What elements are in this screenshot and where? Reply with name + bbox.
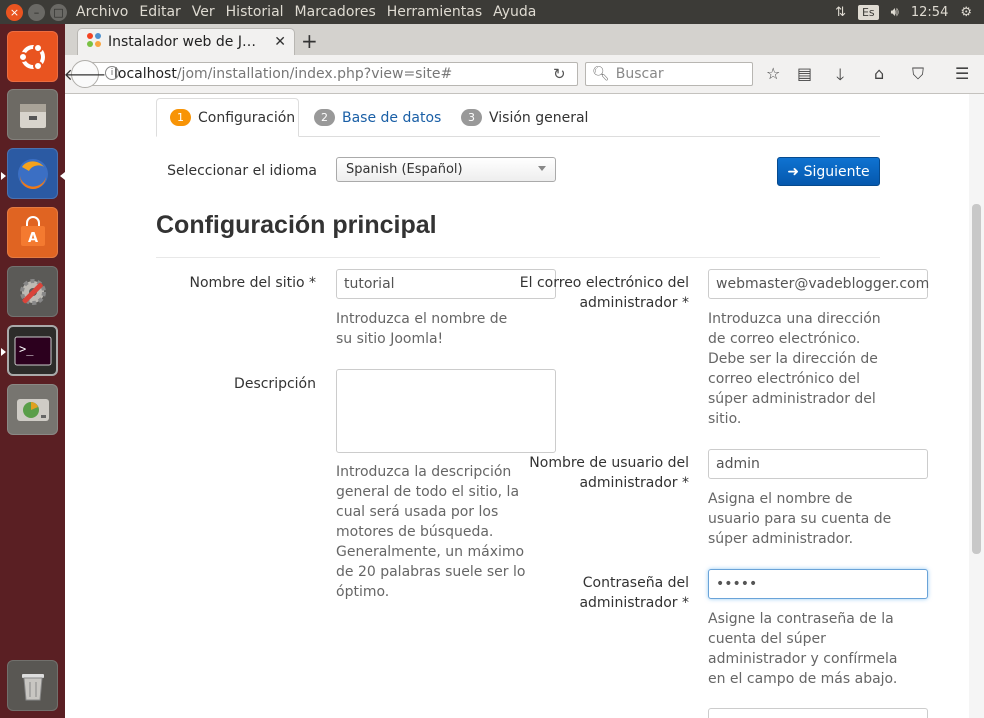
description-textarea[interactable]: [336, 369, 556, 453]
bookmark-star-icon[interactable]: ☆: [766, 64, 780, 83]
admin-password-confirm-field[interactable]: [708, 708, 928, 718]
admin-email-label: El correo electrónico del administrador …: [519, 275, 689, 311]
close-window-button[interactable]: ×: [6, 3, 23, 21]
maximize-window-button[interactable]: □: [50, 3, 67, 21]
reload-icon[interactable]: ↻: [553, 65, 566, 83]
step-vision-general[interactable]: 3 Visión general: [461, 98, 588, 137]
downloads-icon[interactable]: 🡓: [836, 64, 844, 91]
clock[interactable]: 12:54: [911, 5, 948, 20]
admin-password-label: Contraseña del administrador *: [579, 575, 689, 611]
trash-icon[interactable]: [7, 660, 58, 711]
admin-username-field[interactable]: admin: [708, 449, 928, 479]
step-base-de-datos[interactable]: 2 Base de datos: [314, 98, 441, 137]
admin-password-field[interactable]: •••••: [708, 569, 928, 599]
top-panel: × – □ Archivo Editar Ver Historial Marca…: [0, 0, 984, 24]
step-label: Base de datos: [342, 109, 442, 126]
menu-editar[interactable]: Editar: [139, 4, 180, 20]
step-label: Configuración: [198, 109, 296, 126]
keyboard-language-indicator[interactable]: Es: [857, 4, 879, 20]
tab-close-icon[interactable]: ✕: [274, 34, 286, 50]
window-controls: × – □: [6, 3, 67, 21]
navigation-toolbar: localhost/jom/installation/index.php?vie…: [64, 55, 984, 94]
menu-historial[interactable]: Historial: [226, 4, 284, 20]
new-tab-button[interactable]: +: [301, 29, 318, 53]
step-number-badge: 2: [314, 109, 335, 126]
admin-username-label: Nombre de usuario del administrador *: [529, 455, 689, 491]
tab-strip: Instalador web de J… ✕ +: [65, 24, 984, 55]
url-host: localhost: [114, 66, 177, 82]
page-scrollbar[interactable]: [969, 94, 984, 718]
browser-tab[interactable]: Instalador web de J… ✕: [77, 28, 295, 55]
joomla-favicon-icon: [86, 32, 102, 52]
pocket-icon[interactable]: ⛉: [912, 64, 924, 84]
site-name-label: Nombre del sitio *: [189, 275, 317, 291]
step-label: Visión general: [489, 109, 589, 126]
svg-text:>_: >_: [19, 342, 34, 356]
language-label: Seleccionar el idioma: [167, 163, 317, 179]
site-info-icon[interactable]: i: [105, 66, 119, 80]
admin-email-field[interactable]: webmaster@vadeblogger.com: [708, 269, 929, 299]
language-select[interactable]: Spanish (Español): [336, 157, 556, 182]
step-number-badge: 3: [461, 109, 482, 126]
back-button[interactable]: 🡐: [64, 60, 106, 88]
panel-indicators: ⇅ Es 🔊︎ 12:54 ⚙: [835, 0, 984, 24]
menu-ayuda[interactable]: Ayuda: [493, 4, 536, 20]
hamburger-menu-icon[interactable]: ☰: [955, 64, 969, 83]
url-bar[interactable]: localhost/jom/installation/index.php?vie…: [87, 62, 578, 86]
svg-text:A: A: [27, 231, 37, 246]
step-number-badge: 1: [170, 109, 191, 126]
menu-bar: Archivo Editar Ver Historial Marcadores …: [76, 4, 547, 20]
menu-archivo[interactable]: Archivo: [76, 4, 128, 20]
language-select-value: Spanish (Español): [346, 162, 463, 177]
admin-password-help: Asigne la contraseña de la cuenta del sú…: [708, 611, 898, 687]
search-placeholder: Buscar: [615, 66, 664, 82]
minimize-window-button[interactable]: –: [28, 3, 45, 21]
search-icon: 🔍︎: [592, 66, 610, 82]
scrollbar-thumb[interactable]: [972, 204, 981, 554]
files-icon[interactable]: [7, 89, 58, 140]
admin-username-help: Asigna el nombre de usuario para su cuen…: [708, 491, 892, 547]
volume-icon[interactable]: 🔊︎: [891, 5, 899, 20]
step-configuracion[interactable]: 1 Configuración: [156, 98, 299, 137]
software-center-icon[interactable]: A: [7, 207, 58, 258]
menu-herramientas[interactable]: Herramientas: [387, 4, 482, 20]
url-path: /jom/installation/index.php?view=site#: [176, 66, 453, 82]
network-icon[interactable]: ⇅: [835, 5, 846, 20]
home-icon[interactable]: ⌂: [874, 64, 884, 83]
search-input[interactable]: 🔍︎ Buscar: [585, 62, 753, 86]
admin-email-help: Introduzca una dirección de correo elect…: [708, 311, 881, 427]
launcher: A >_: [0, 24, 65, 718]
system-gear-icon[interactable]: ⚙: [960, 5, 972, 20]
reading-list-icon[interactable]: ▤: [797, 64, 812, 83]
settings-icon[interactable]: [7, 266, 58, 317]
heading-divider: [156, 257, 880, 258]
page-title: Configuración principal: [156, 211, 437, 239]
menu-ver[interactable]: Ver: [192, 4, 215, 20]
tab-title: Instalador web de J…: [108, 34, 256, 50]
chevron-down-icon: [538, 166, 546, 171]
installer-steps: 1 Configuración 2 Base de datos 3 Visión…: [156, 98, 880, 137]
ubuntu-icon[interactable]: [7, 31, 58, 82]
next-button[interactable]: ➜ Siguiente: [777, 157, 880, 186]
description-label: Descripción: [234, 376, 316, 392]
terminal-icon[interactable]: >_: [7, 325, 58, 376]
menu-marcadores[interactable]: Marcadores: [295, 4, 376, 20]
firefox-icon[interactable]: [7, 148, 58, 199]
disk-icon[interactable]: [7, 384, 58, 435]
page-content: 1 Configuración 2 Base de datos 3 Visión…: [65, 94, 969, 718]
site-name-help: Introduzca el nombre de su sitio Joomla!: [336, 311, 508, 347]
